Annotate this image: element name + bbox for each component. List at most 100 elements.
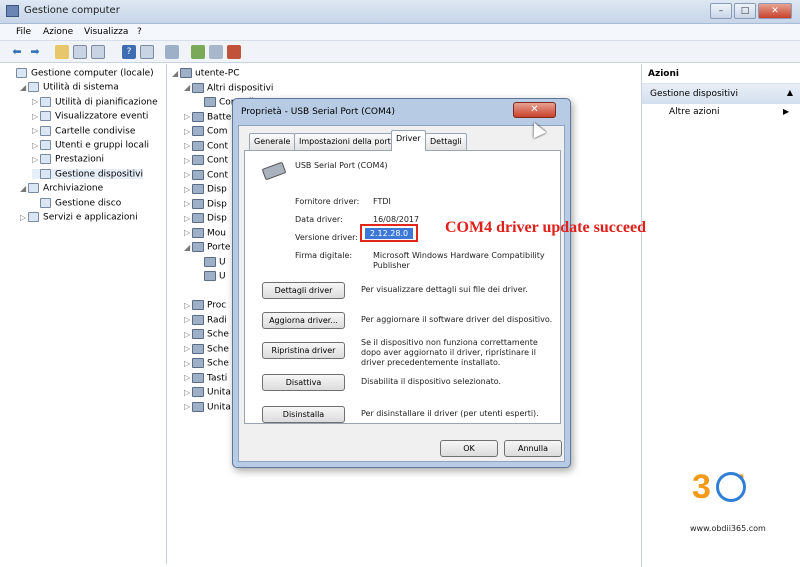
expander-icon[interactable]: ▷ <box>184 330 192 339</box>
device-tree-item[interactable]: ▷ Batte <box>184 111 231 122</box>
expander-icon[interactable]: ▷ <box>184 199 192 208</box>
left-tree-item[interactable]: ◢ Utilità di sistema <box>20 82 119 93</box>
tab-generale[interactable]: Generale <box>249 133 296 150</box>
expander-icon[interactable]: ▷ <box>184 185 192 194</box>
expander-icon[interactable]: ▷ <box>184 373 192 382</box>
device-tree-item[interactable]: ▷ Unita <box>184 387 231 398</box>
altre-azioni-item[interactable]: Altre azioni <box>669 107 720 117</box>
expander-icon[interactable]: ▷ <box>184 344 192 353</box>
expander-icon[interactable]: ▷ <box>32 112 40 121</box>
expander-icon[interactable]: ▷ <box>184 127 192 136</box>
tab-driver[interactable]: Driver <box>391 130 426 151</box>
left-tree-item[interactable]: Gestione computer (locale) <box>8 68 154 79</box>
left-tree-item[interactable]: ◢ Archiviazione <box>20 183 103 194</box>
update-driver-icon[interactable] <box>191 45 205 59</box>
device-tree-item[interactable]: ▷ Disp <box>184 198 227 209</box>
menu-visualizza[interactable]: Visualizza <box>84 27 128 37</box>
left-tree-item[interactable]: Gestione dispositivi <box>32 168 144 180</box>
expander-icon[interactable]: ▷ <box>184 402 192 411</box>
device-tree-item[interactable]: ▷ Tasti <box>184 372 227 383</box>
rollback-driver-button[interactable]: Ripristina driver <box>262 342 345 359</box>
device-tree-item[interactable]: ▷ Com <box>184 126 228 137</box>
device-tree-item[interactable]: U <box>196 271 226 282</box>
device-tree-item[interactable]: ▷ Unita <box>184 401 231 412</box>
altre-azioni-label: Altre azioni <box>669 107 720 117</box>
expander-icon[interactable]: ▷ <box>20 213 28 222</box>
expander-icon[interactable]: ▷ <box>184 388 192 397</box>
up-icon[interactable] <box>55 45 69 59</box>
expander-icon[interactable]: ▷ <box>184 170 192 179</box>
device-tree-item[interactable]: ▷ Cont <box>184 140 228 151</box>
expander-icon[interactable]: ▷ <box>184 359 192 368</box>
expander-icon[interactable]: ▷ <box>184 112 192 121</box>
scan-hardware-icon[interactable] <box>165 45 179 59</box>
watermark-logo: 3 5 <box>692 466 792 526</box>
left-tree-item[interactable]: ▷ Utilità di pianificazione <box>32 96 158 107</box>
collapse-icon[interactable]: ▲ <box>787 88 793 97</box>
back-icon[interactable]: ⬅ <box>10 45 24 59</box>
uninstall-button[interactable]: Disinstalla <box>262 406 345 423</box>
device-tree-item[interactable]: ▷ Cont <box>184 169 228 180</box>
actions-section-gestione-dispositivi[interactable]: Gestione dispositivi ▲ <box>642 84 800 104</box>
expander-icon[interactable]: ◢ <box>20 184 28 193</box>
expander-icon[interactable]: ▷ <box>184 228 192 237</box>
left-tree-item[interactable]: ▷ Visualizzatore eventi <box>32 111 148 122</box>
expander-icon[interactable]: ◢ <box>184 243 192 252</box>
driver-details-button[interactable]: Dettagli driver <box>262 282 345 299</box>
maximize-button[interactable]: □ <box>734 3 756 19</box>
cancel-button[interactable]: Annulla <box>504 440 562 457</box>
expander-icon[interactable]: ▷ <box>184 156 192 165</box>
console-icon[interactable] <box>140 45 154 59</box>
expander-icon[interactable]: ◢ <box>172 69 180 78</box>
show-hide-tree-icon[interactable] <box>73 45 87 59</box>
menu-azione[interactable]: Azione <box>43 27 73 37</box>
device-tree-item[interactable]: ▷ Sche <box>184 329 229 340</box>
expander-icon[interactable]: ▷ <box>184 214 192 223</box>
chevron-right-icon[interactable]: ▶ <box>783 107 789 116</box>
close-button[interactable]: ✕ <box>758 3 792 19</box>
tab-dettagli[interactable]: Dettagli <box>425 133 467 150</box>
expander-icon[interactable]: ◢ <box>184 83 192 92</box>
tab-impostazioni-porta[interactable]: Impostazioni della porta <box>294 133 401 150</box>
device-tree-item[interactable]: ▷ Proc <box>184 300 226 311</box>
uninstall-icon[interactable] <box>227 45 241 59</box>
menu-help[interactable]: ? <box>137 27 142 37</box>
device-tree-item[interactable]: ▷ Sche <box>184 358 229 369</box>
device-tree-item[interactable]: ◢ Altri dispositivi <box>184 82 273 93</box>
expander-icon[interactable]: ▷ <box>32 141 40 150</box>
expander-icon[interactable]: ▷ <box>32 126 40 135</box>
left-tree-item[interactable]: ▷ Cartelle condivise <box>32 125 135 136</box>
device-tree-item[interactable]: ▷ Radi <box>184 314 227 325</box>
update-driver-button[interactable]: Aggiorna driver... <box>262 312 345 329</box>
dialog-close-button[interactable]: ✕ <box>513 102 556 118</box>
device-category-icon <box>192 82 204 93</box>
left-tree-item[interactable]: ▷ Servizi e applicazioni <box>20 212 138 223</box>
disable-icon[interactable] <box>209 45 223 59</box>
left-tree-item[interactable]: Gestione disco <box>32 197 121 208</box>
device-tree-item[interactable]: ▷ Sche <box>184 343 229 354</box>
forward-icon[interactable]: ➡ <box>28 45 42 59</box>
device-tree-item[interactable]: U <box>196 256 226 267</box>
tree-node-icon <box>40 96 51 107</box>
device-tree-item[interactable]: ▷ Mou <box>184 227 226 238</box>
expander-icon[interactable]: ▷ <box>184 141 192 150</box>
version-value[interactable]: 2.12.28.0 <box>365 228 413 239</box>
left-tree-item[interactable]: ▷ Utenti e gruppi locali <box>32 140 149 151</box>
disable-button[interactable]: Disattiva <box>262 374 345 391</box>
ok-button[interactable]: OK <box>440 440 498 457</box>
device-tree-item[interactable]: ◢ utente-PC <box>172 68 240 79</box>
expander-icon[interactable]: ◢ <box>20 83 28 92</box>
expander-icon[interactable]: ▷ <box>32 97 40 106</box>
menu-file[interactable]: File <box>16 27 31 37</box>
properties-icon[interactable] <box>91 45 105 59</box>
expander-icon[interactable]: ▷ <box>184 315 192 324</box>
device-tree-item[interactable]: ◢ Porte <box>184 242 230 253</box>
device-tree-item[interactable]: ▷ Disp <box>184 213 227 224</box>
help-icon[interactable]: ? <box>122 45 136 59</box>
expander-icon[interactable]: ▷ <box>32 155 40 164</box>
device-tree-item[interactable]: ▷ Cont <box>184 155 228 166</box>
device-tree-item[interactable]: ▷ Disp <box>184 184 227 195</box>
left-tree-item[interactable]: ▷ Prestazioni <box>32 154 104 165</box>
minimize-button[interactable]: – <box>710 3 732 19</box>
expander-icon[interactable]: ▷ <box>184 301 192 310</box>
